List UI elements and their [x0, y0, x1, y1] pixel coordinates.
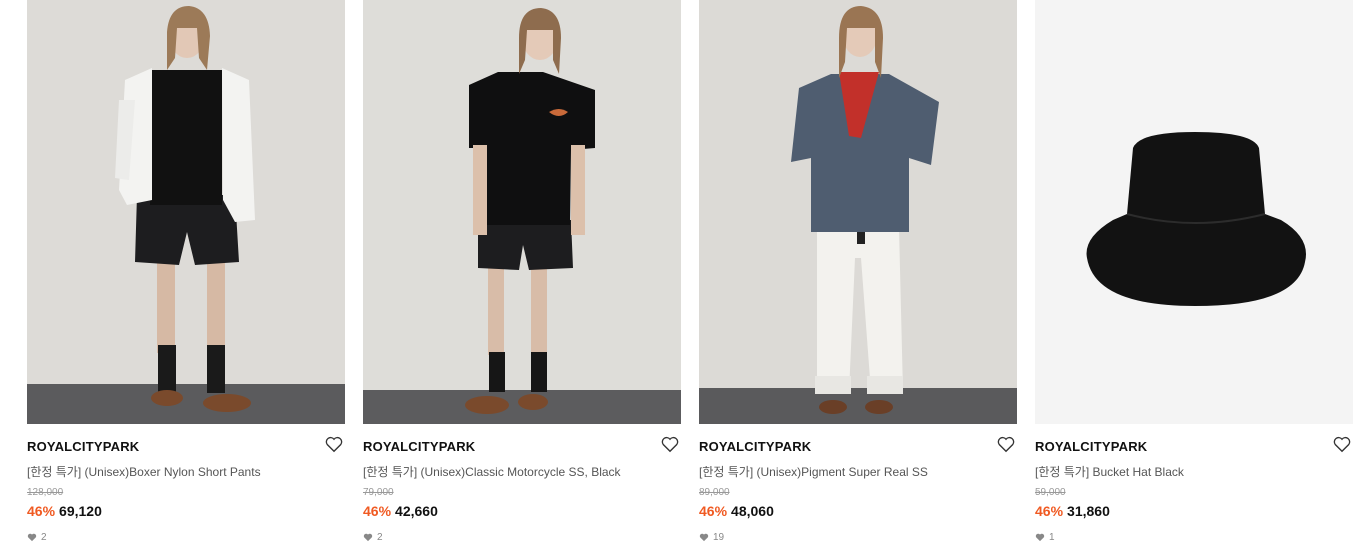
brand-name[interactable]: ROYALCITYPARK [699, 439, 811, 454]
original-price: 128,000 [27, 487, 64, 498]
like-count-value: 2 [377, 532, 383, 543]
product-card[interactable]: ROYALCITYPARK [한정 특가] Bucket Hat Black 5… [1035, 0, 1353, 552]
model-photo-white-shirt [27, 0, 345, 424]
discount-rate: 46% [27, 503, 56, 519]
product-image[interactable] [363, 0, 681, 424]
product-card[interactable]: ROYALCITYPARK [한정 특가] (Unisex)Pigment Su… [699, 0, 1017, 552]
discount-rate: 46% [1035, 503, 1064, 519]
discount-rate: 46% [363, 503, 392, 519]
like-count-value: 2 [41, 532, 47, 543]
wishlist-heart-icon[interactable] [325, 436, 343, 453]
brand-name[interactable]: ROYALCITYPARK [1035, 439, 1147, 454]
like-count: 19 [699, 532, 724, 543]
product-image[interactable] [1035, 0, 1353, 424]
like-count: 2 [27, 532, 47, 543]
product-image[interactable] [27, 0, 345, 424]
price-row: 46% 31,860 [1035, 503, 1110, 519]
discount-rate: 46% [699, 503, 728, 519]
brand-name[interactable]: ROYALCITYPARK [363, 439, 475, 454]
price-row: 46% 48,060 [699, 503, 774, 519]
sale-price: 31,860 [1067, 503, 1110, 519]
product-name[interactable]: [한정 특가] (Unisex)Boxer Nylon Short Pants [27, 463, 261, 480]
like-count: 2 [363, 532, 383, 543]
like-count-value: 19 [713, 532, 725, 543]
price-row: 46% 42,660 [363, 503, 438, 519]
like-count-value: 1 [1049, 532, 1055, 543]
product-name[interactable]: [한정 특가] Bucket Hat Black [1035, 463, 1184, 480]
sale-price: 42,660 [395, 503, 438, 519]
price-row: 46% 69,120 [27, 503, 102, 519]
original-price: 89,000 [699, 487, 730, 498]
brand-name[interactable]: ROYALCITYPARK [27, 439, 139, 454]
wishlist-heart-icon[interactable] [661, 436, 679, 453]
bucket-hat-photo [1035, 0, 1353, 424]
heart-filled-icon [27, 533, 37, 542]
heart-filled-icon [1035, 533, 1045, 542]
original-price: 79,000 [363, 487, 394, 498]
model-photo-black-tee [363, 0, 681, 424]
product-image[interactable] [699, 0, 1017, 424]
original-price: 59,000 [1035, 487, 1066, 498]
heart-filled-icon [699, 533, 709, 542]
sale-price: 48,060 [731, 503, 774, 519]
product-name[interactable]: [한정 특가] (Unisex)Pigment Super Real SS [699, 463, 928, 480]
wishlist-heart-icon[interactable] [997, 436, 1015, 453]
product-card[interactable]: ROYALCITYPARK [한정 특가] (Unisex)Classic Mo… [363, 0, 681, 552]
heart-filled-icon [363, 533, 373, 542]
product-name[interactable]: [한정 특가] (Unisex)Classic Motorcycle SS, B… [363, 463, 621, 480]
sale-price: 69,120 [59, 503, 102, 519]
product-card[interactable]: ROYALCITYPARK [한정 특가] (Unisex)Boxer Nylo… [27, 0, 345, 552]
like-count: 1 [1035, 532, 1055, 543]
wishlist-heart-icon[interactable] [1333, 436, 1351, 453]
model-photo-navy-tee [699, 0, 1017, 424]
